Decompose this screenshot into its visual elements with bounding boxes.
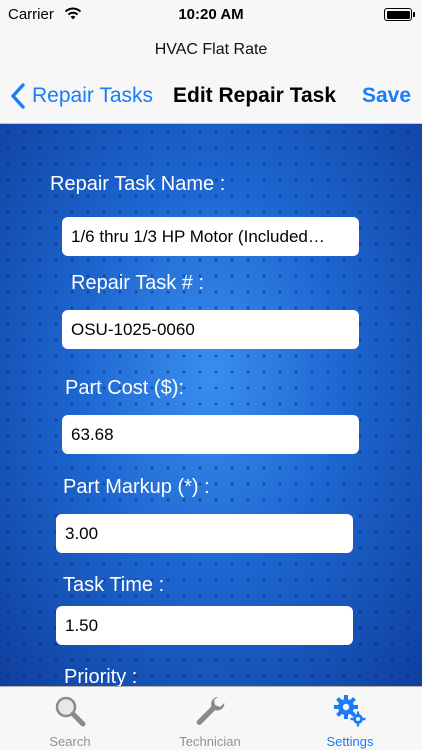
tab-technician-label: Technician	[179, 734, 241, 749]
part-markup-field[interactable]: 3.00	[56, 514, 353, 553]
part-cost-label: Part Cost ($):	[65, 377, 184, 399]
task-name-label: Repair Task Name :	[50, 173, 226, 195]
page-title: Edit Repair Task	[173, 84, 336, 107]
part-cost-field[interactable]: 63.68	[62, 415, 359, 454]
task-number-label: Repair Task # :	[71, 272, 205, 294]
tab-technician[interactable]: Technician	[140, 687, 280, 750]
app-header: HVAC Flat Rate	[0, 30, 422, 70]
priority-label: Priority :	[64, 666, 138, 686]
back-button-label: Repair Tasks	[32, 84, 153, 107]
tab-bar: Search Technician Settings	[0, 686, 422, 750]
status-bar: Carrier 10:20 AM	[0, 0, 422, 30]
app-title: HVAC Flat Rate	[154, 41, 268, 58]
tab-settings-label: Settings	[326, 734, 374, 749]
task-number-field[interactable]: OSU-1025-0060	[62, 310, 359, 349]
wrench-icon	[196, 697, 225, 725]
gears-icon	[334, 695, 366, 727]
task-time-label: Task Time :	[63, 574, 165, 596]
battery-icon	[384, 8, 415, 21]
chevron-left-icon	[11, 83, 25, 109]
task-name-field[interactable]: 1/6 thru 1/3 HP Motor (Included…	[62, 217, 359, 256]
edit-form[interactable]: Repair Task Name : 1/6 thru 1/3 HP Motor…	[0, 124, 422, 686]
part-markup-label: Part Markup (*) :	[63, 476, 210, 498]
task-time-field[interactable]: 1.50	[56, 606, 353, 645]
navigation-bar: Repair Tasks Edit Repair Task Save	[0, 70, 422, 124]
search-icon	[55, 696, 86, 727]
tab-search[interactable]: Search	[0, 687, 140, 750]
status-time: 10:20 AM	[178, 6, 244, 23]
tab-settings[interactable]: Settings	[280, 687, 420, 750]
save-button[interactable]: Save	[362, 84, 411, 108]
back-button[interactable]: Repair Tasks	[8, 80, 153, 112]
tab-search-label: Search	[49, 734, 91, 749]
